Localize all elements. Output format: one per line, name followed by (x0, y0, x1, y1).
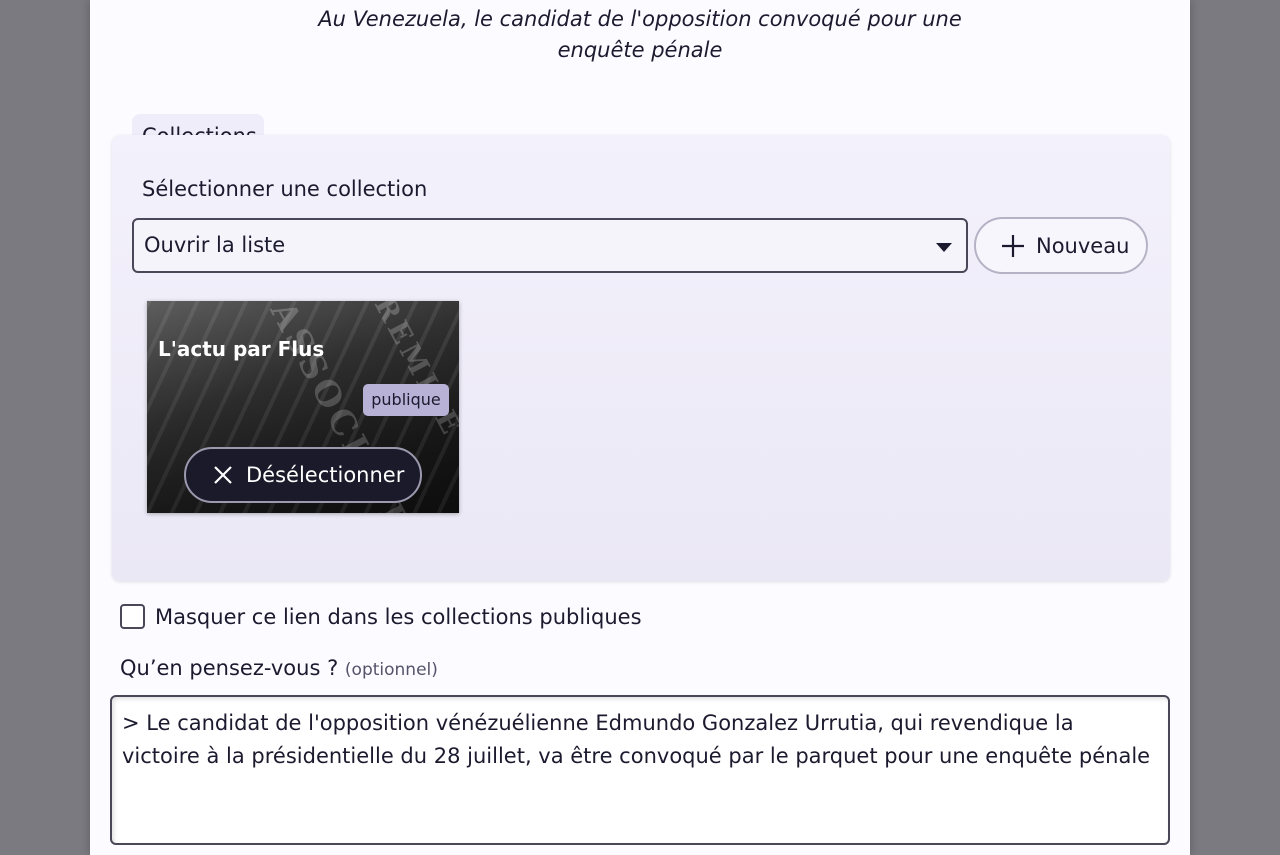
collections-fieldset: Sélectionner une collection Ouvrir la li… (112, 135, 1170, 581)
comment-label: Qu’en pensez-vous ? (optionnel) (120, 656, 438, 680)
collection-card: ASSOCIATION REMISE L'actu par Flus publi… (147, 301, 459, 513)
comment-optional-hint: (optionnel) (344, 660, 438, 680)
main-panel: Au Venezuela, le candidat de l'oppositio… (90, 0, 1190, 855)
hide-link-label[interactable]: Masquer ce lien dans les collections pub… (155, 605, 642, 629)
hide-link-option[interactable]: Masquer ce lien dans les collections pub… (120, 604, 642, 629)
comment-label-text: Qu’en pensez-vous ? (120, 656, 339, 680)
visibility-badge: publique (363, 384, 449, 416)
new-collection-label: Nouveau (1036, 233, 1130, 258)
comment-textarea[interactable]: > Le candidat de l'opposition vénézuélie… (110, 695, 1170, 845)
deselect-button[interactable]: Désélectionner (184, 447, 422, 503)
collection-select-value: Ouvrir la liste (144, 233, 286, 257)
link-title-line-2: enquête pénale (557, 38, 723, 62)
hide-link-checkbox[interactable] (120, 604, 145, 629)
close-icon (214, 466, 232, 484)
link-title: Au Venezuela, le candidat de l'oppositio… (90, 4, 1190, 66)
caret-down-icon (936, 243, 952, 252)
plus-icon (1002, 234, 1024, 257)
link-title-line-1: Au Venezuela, le candidat de l'oppositio… (318, 7, 962, 31)
select-collection-label: Sélectionner une collection (142, 177, 428, 201)
new-collection-button[interactable]: Nouveau (974, 217, 1148, 274)
deselect-label: Désélectionner (246, 463, 405, 487)
collection-select[interactable]: Ouvrir la liste (132, 218, 968, 273)
collection-card-title: L'actu par Flus (158, 337, 325, 361)
